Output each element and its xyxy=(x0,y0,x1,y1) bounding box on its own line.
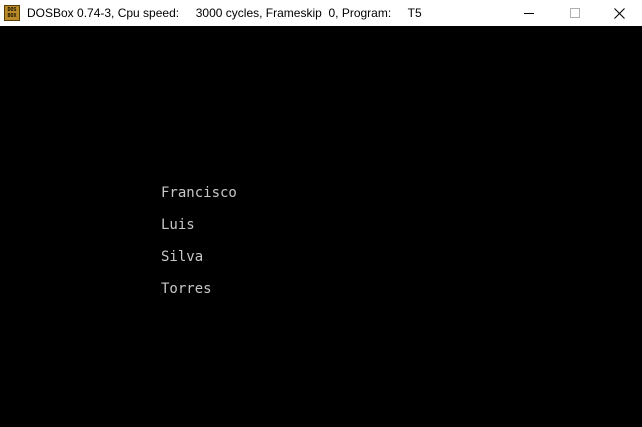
output-line-silva: Silva xyxy=(161,249,204,265)
minimize-button[interactable] xyxy=(506,0,552,26)
dos-screen[interactable]: Francisco Luis Silva Torres xyxy=(0,26,642,427)
minimize-icon xyxy=(524,13,534,14)
maximize-button[interactable] xyxy=(552,0,598,26)
window-title: DOSBox 0.74-3, Cpu speed: 3000 cycles, F… xyxy=(27,6,422,20)
dosbox-window: DOS BOX DOSBox 0.74-3, Cpu speed: 3000 c… xyxy=(0,0,642,427)
title-bar[interactable]: DOS BOX DOSBox 0.74-3, Cpu speed: 3000 c… xyxy=(0,0,642,26)
maximize-icon xyxy=(570,8,580,18)
dosbox-icon[interactable]: DOS BOX xyxy=(4,5,20,21)
close-icon xyxy=(613,7,625,19)
output-line-torres: Torres xyxy=(161,281,212,297)
output-line-francisco: Francisco xyxy=(161,185,237,201)
icon-text-bottom: BOX xyxy=(7,13,17,19)
output-line-luis: Luis xyxy=(161,217,195,233)
close-button[interactable] xyxy=(596,0,642,26)
